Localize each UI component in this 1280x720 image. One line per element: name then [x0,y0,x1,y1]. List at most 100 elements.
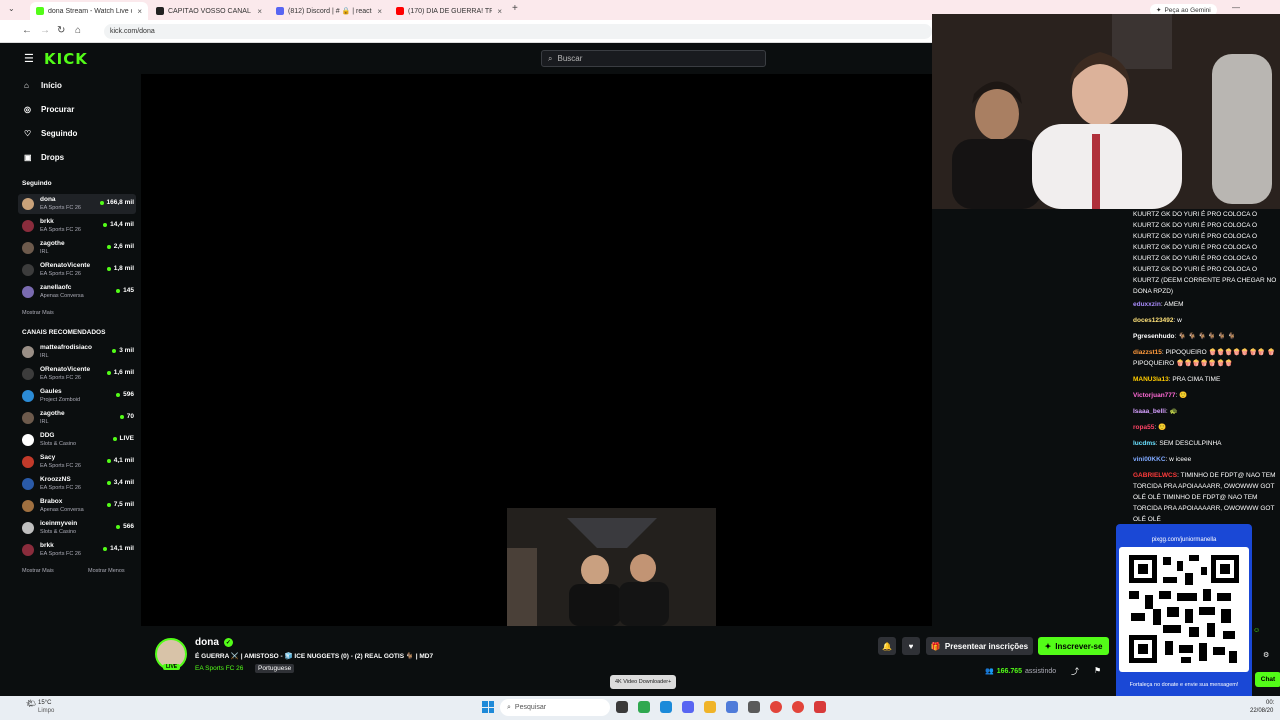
share-icon[interactable]: ⤴ [1071,666,1079,677]
edge-icon[interactable] [660,701,672,713]
browser-tab[interactable]: dona Stream - Watch Live o × [30,2,148,20]
chrome-icon[interactable] [770,701,782,713]
channel-name[interactable]: dona [195,637,219,648]
new-tab-button[interactable]: + [512,3,518,14]
avatar [22,346,34,358]
channel-category: EA Sports FC 26 [40,227,81,233]
sidebar-nav-drops[interactable]: ▣ Drops [24,153,64,162]
sidebar-channel-dona[interactable]: dona EA Sports FC 26 166,8 mil [18,194,136,214]
viewer-count: 145 [116,287,134,294]
sidebar-channel-sacy[interactable]: Sacy EA Sports FC 26 4,1 mil [18,452,136,472]
sidebar-channel-gaules[interactable]: Gaules Project Zomboid 596 [18,386,136,406]
sidebar-channel-orenatovicente[interactable]: ORenatoVicente EA Sports FC 26 1,6 mil [18,364,136,384]
tab-favicon-icon [396,7,404,15]
tab-close-icon[interactable]: × [497,7,502,16]
channel-category: EA Sports FC 26 [40,205,81,211]
sidebar-channel-matteafrodisiaco[interactable]: matteafrodisiaco IRL 3 mil [18,342,136,362]
chat-username[interactable]: eduxxzin [1133,301,1161,308]
browser-tab[interactable]: CAPITÃO VOSSO CANAL × [150,2,268,20]
report-icon[interactable]: ⚑ [1094,666,1101,675]
chat-username[interactable]: MANU3la13 [1133,376,1169,383]
sidebar-nav-procurar[interactable]: ◎ Procurar [24,105,74,114]
channel-category: EA Sports FC 26 [40,485,81,491]
sidebar-channel-brkk[interactable]: brkk EA Sports FC 26 14,4 mil [18,216,136,236]
taskbar-search[interactable]: ⌕ Pesquisar [500,699,610,716]
minimize-button[interactable]: — [1232,3,1240,12]
live-dot-icon [103,222,108,227]
url-field[interactable]: kick.com/dona [104,24,932,39]
sidebar-channel-brabox[interactable]: Brabox Apenas Conversa 7,5 mil [18,496,136,516]
tab-close-icon[interactable]: × [137,7,142,16]
search-input[interactable]: ⌕ Buscar [541,50,766,67]
chat-send-button[interactable]: Chat [1255,672,1280,687]
chrome-active-icon[interactable] [792,701,804,713]
tab-close-icon[interactable]: × [257,7,262,16]
stream-category[interactable]: EA Sports FC 26 [195,665,243,672]
chat-text: SEM DESCULPINHA [1159,440,1222,447]
language-tag[interactable]: Portuguese [255,664,295,673]
app-icon-3[interactable] [748,701,760,713]
qr-url: pixgg.com/juniormanella [1151,537,1217,543]
channel-category: Slots & Casino [40,529,77,535]
tab-close-icon[interactable]: × [377,7,382,16]
sidebar-channel-kroozzns[interactable]: KroozzNS EA Sports FC 26 3,4 mil [18,474,136,494]
home-icon[interactable]: ⌂ [75,25,81,36]
clock-time[interactable]: 00: [1266,700,1274,706]
sidebar-channel-iceinmyvein[interactable]: iceinmyvein Slots & Casino 566 [18,518,136,538]
settings-icon[interactable]: ⚙ [1263,651,1269,659]
avatar [22,286,34,298]
sidebar-channel-zagothe[interactable]: zagothe IRL 70 [18,408,136,428]
browser-tab[interactable]: (170) DIA DE GUERRA! TRAR& × [390,2,508,20]
viewer-count: 3,4 mil [106,479,134,486]
chat-username[interactable]: ropa55 [1133,424,1154,431]
tab-search-icon[interactable]: ⌄ [8,4,15,13]
emote-icon[interactable]: ☺ [1253,627,1260,634]
weather-temp[interactable]: 15°C [38,700,51,706]
show-more-following[interactable]: Mostrar Mais [22,310,54,316]
qr-caption: Fortaleça no donate e envie sua mensagem… [1129,682,1239,688]
avatar [22,544,34,556]
chat-username[interactable]: diazzst15 [1133,349,1162,356]
back-icon[interactable]: ← [22,25,32,36]
show-less-recommended[interactable]: Mostrar Menos [88,568,125,574]
chat-username[interactable]: Pgresenhudo [1133,333,1175,340]
show-more-recommended[interactable]: Mostrar Mais [22,568,54,574]
chat-username[interactable]: lucdms [1133,440,1156,447]
app-icon-2[interactable] [726,701,738,713]
file-explorer-icon[interactable] [704,701,716,713]
browser-tab[interactable]: (812) Discord | # 🔒 | react-linic × [270,2,388,20]
subscribe-button[interactable]: ✦ Inscrever-se [1038,637,1109,655]
sidebar-channel-brkk[interactable]: brkk EA Sports FC 26 14,1 mil [18,540,136,560]
sidebar-channel-ddg[interactable]: DDG Slots & Casino LIVE [18,430,136,450]
chat-username[interactable]: doces123492 [1133,317,1173,324]
viewer-count: 7,5 mil [106,501,134,508]
follow-button[interactable]: ♥ [902,637,920,655]
sidebar-channel-zagothe[interactable]: zagothe IRL 2,6 mil [18,238,136,258]
video-downloader-button[interactable]: 4K Video Downloader+ [610,675,677,689]
forward-icon[interactable]: → [40,25,50,36]
gift-subs-button[interactable]: 🎁 Presentear inscrições [926,637,1033,655]
sidebar-nav-seguindo[interactable]: ♡ Seguindo [24,129,77,138]
discord-icon[interactable] [682,701,694,713]
chat-text: AMEM [1164,301,1184,308]
chat-username[interactable]: Isaaa_belli [1133,408,1166,415]
menu-icon[interactable]: ☰ [24,52,34,65]
notification-button[interactable]: 🔔 [878,637,896,655]
channel-category: EA Sports FC 26 [40,271,81,277]
weather-icon: 🌤 [26,699,37,708]
app-icon-4[interactable] [814,701,826,713]
gift-icon: ▣ [24,153,32,162]
sidebar-nav-início[interactable]: ⌂ Início [24,81,62,90]
start-button[interactable] [482,701,494,713]
chat-username[interactable]: GABRIELWCS [1133,472,1177,479]
chat-username[interactable]: vini00KKC [1133,456,1166,463]
task-view-icon[interactable] [616,701,628,713]
reload-icon[interactable]: ↻ [57,25,65,36]
sidebar-channel-orenatovicente[interactable]: ORenatoVicente EA Sports FC 26 1,8 mil [18,260,136,280]
kick-logo[interactable]: KICK [44,50,88,68]
live-dot-icon [106,244,111,249]
chat-username[interactable]: Victorjuan777 [1133,392,1176,399]
qr-code [1119,547,1249,672]
app-icon-1[interactable] [638,701,650,713]
sidebar-channel-zanellaofc[interactable]: zanellaofc Apenas Conversa 145 [18,282,136,302]
